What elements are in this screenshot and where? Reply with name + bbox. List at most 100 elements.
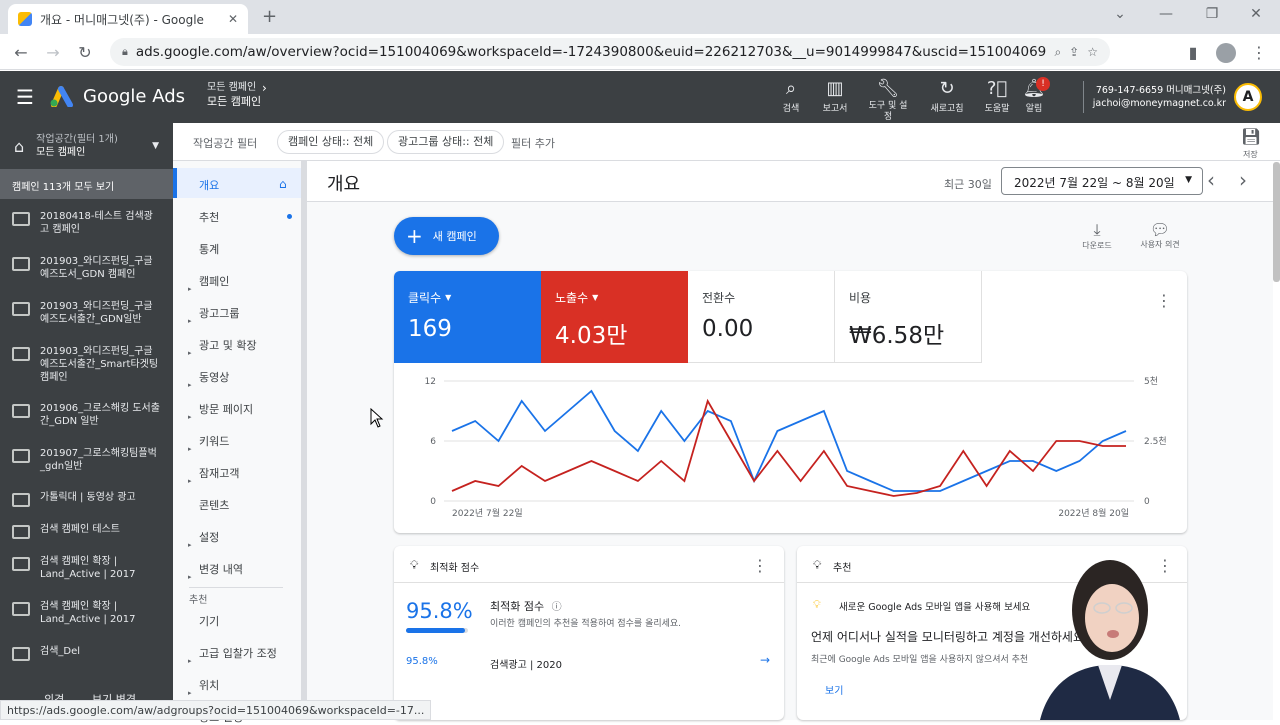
account-avatar[interactable]: A [1234,83,1262,111]
chevron-right-icon: › [262,81,267,95]
video-campaign-icon [12,493,30,507]
browser-tab[interactable]: 개요 - 머니매그넷(주) - Google ✕ [8,4,248,34]
expand-arrows: ▸ ▸ ▸ ▸ ▸ ▸ ▸ ▸ ▸ [188,285,192,581]
tool-reports[interactable]: ▥ 보고서 [813,77,857,114]
campaign-item[interactable]: 검색_Del [0,645,173,661]
minimize-icon[interactable]: — [1156,6,1176,26]
nav-change-history[interactable]: 변경 내역 [173,561,301,577]
help-icon[interactable]: ⓘ [552,602,562,613]
campaign-item[interactable]: 가톨릭대 | 동영상 광고 [0,491,173,507]
campaign-item[interactable]: 201903_와디즈펀딩_구글예즈도서_GDN 캠페인 [0,255,173,281]
campaign-item[interactable]: 검색 캠페인 테스트 [0,523,173,539]
share-icon[interactable]: ⇪ [1069,45,1079,59]
score-bar-track [406,628,468,633]
dropdown-arrow-icon: ▼ [152,141,159,151]
campaign-item[interactable]: 201906_그로스해킹 도서출간_GDN 일반 [0,402,173,428]
wrench-icon: 🔧︎ [876,78,900,99]
product-name[interactable]: Google Ads [83,86,185,107]
save-icon[interactable]: 💾︎ [1241,127,1261,146]
bookmark-star-icon[interactable]: ☆ [1087,45,1098,59]
optimization-heading: 최적화 점수 ⓘ [490,600,562,613]
window-close-icon[interactable]: ✕ [1246,6,1266,26]
new-tab-icon[interactable]: + [262,6,277,27]
metric-clicks[interactable]: 클릭수 ▼ 169 [394,271,541,363]
display-campaign-icon [12,257,30,271]
card-more-icon[interactable]: ⋮ [752,556,768,575]
back-icon[interactable]: ← [10,42,32,64]
nav-divider [189,587,283,588]
reload-icon[interactable]: ↻ [74,42,96,64]
omnibox[interactable]: 🔒︎ ads.google.com/aw/overview?ocid=15100… [110,38,1110,66]
restore-icon[interactable]: ❐ [1202,6,1222,26]
adgroup-status-chip[interactable]: 광고그룹 상태:: 전체 [387,130,505,154]
close-tab-icon[interactable]: ✕ [228,12,238,26]
nav-ads-extensions[interactable]: 광고 및 확장 [173,337,301,353]
nav-videos[interactable]: 동영상 [173,369,301,385]
nav-locations[interactable]: 위치 [173,677,301,693]
view-all-campaigns[interactable]: 캠페인 113개 모두 보기 [0,169,173,199]
campaign-item[interactable]: 검색 캠페인 확장 | Land_Active | 2017 [0,600,173,626]
nav-campaigns[interactable]: 캠페인 [173,273,301,289]
nav-adgroups[interactable]: 광고그룹 [173,305,301,321]
workspace-selector[interactable]: ⌂ 작업공간(필터 1개) 모든 캠페인 ▼ [0,123,173,169]
profile-avatar[interactable] [1216,43,1236,63]
header-divider [1083,81,1084,113]
x-tick-label: 2022년 8월 20일 [1058,507,1129,519]
forward-icon[interactable]: → [42,42,64,64]
side-panel-icon[interactable]: ▮ [1182,42,1204,64]
feedback-button[interactable]: 💬︎ 사용자 의견 [1137,220,1183,250]
status-bar-url: https://ads.google.com/aw/adgroups?ocid=… [0,700,432,720]
nav-keywords[interactable]: 키워드 [173,433,301,449]
refresh-icon: ↻ [939,78,955,99]
account-email: jachoi@moneymagnet.co.kr [1092,98,1226,109]
campaign-item[interactable]: 201903_와디즈펀딩_구글예즈도서출간_Smart타겟팅 캠페인 [0,345,173,384]
date-range-picker[interactable]: 2022년 7월 22일 ~ 8월 20일 ▼ [1001,167,1203,195]
breadcrumb[interactable]: 모든 캠페인 모든 캠페인 [207,81,261,109]
recommend-desc: 최근에 Google Ads 모바일 앱을 사용하지 않으셔서 추천 [811,655,1029,665]
row-campaign-label[interactable]: 검색광고 | 2020 [490,656,562,671]
nav-audiences[interactable]: 잠재고객 [173,465,301,481]
card-more-icon[interactable]: ⋮ [1156,291,1172,310]
nav-bid-adjustments[interactable]: 고급 입찰가 조정 [173,645,301,661]
y-right-tick-label: 2.5천 [1144,436,1167,447]
next-period-icon[interactable]: › [1239,168,1247,192]
nav-landing-pages[interactable]: 방문 페이지 [173,401,301,417]
campaign-item[interactable]: 201907_그로스해킹팀플벅_gdn일반 [0,447,173,473]
recommend-card-title: 추천 [833,563,852,574]
account-info[interactable]: 769-147-6659 머니매그넷(주) jachoi@moneymagnet… [1090,84,1226,110]
add-filter-button[interactable]: 필터 추가 [511,135,555,151]
nav-insights[interactable]: 통계 [173,241,301,257]
arrow-right-icon[interactable]: → [760,653,770,667]
new-campaign-button[interactable]: + 새 캠페인 [394,217,499,255]
tool-search[interactable]: ⌕ 검색 [769,77,813,114]
bulb-icon: 💡︎ [410,558,419,572]
hamburger-menu-icon[interactable]: ☰ [16,85,34,109]
metric-cost[interactable]: 비용 ₩6.58만 [835,271,982,363]
date-range-label: 최근 30일 [944,178,992,191]
zoom-icon[interactable]: ⌕ [1054,45,1061,60]
campaign-item[interactable]: 201903_와디즈펀딩_구글예즈도서출간_GDN일반 [0,300,173,326]
nav-settings[interactable]: 설정 [173,529,301,545]
presenter-webcam [1030,550,1190,720]
campaign-item[interactable]: 검색 캠페인 확장 | Land_Active | 2017 [0,555,173,581]
campaign-item[interactable]: 20180418-테스트 검색광고 캠페인 [0,210,173,236]
prev-period-icon[interactable]: ‹ [1207,168,1215,192]
tab-search-icon[interactable]: ⌄ [1110,6,1130,26]
optimization-card-title: 최적화 점수 [430,563,480,574]
nav-content[interactable]: 콘텐츠 [173,497,301,513]
dropdown-arrow-icon: ▼ [592,293,599,302]
nav-recommendations[interactable]: 추천 [173,209,301,225]
tool-tools-settings[interactable]: 🔧︎ 도구 및 설정 [866,77,910,123]
display-campaign-icon [12,404,30,418]
campaign-status-chip[interactable]: 캠페인 상태:: 전체 [277,130,385,154]
main-scrollbar[interactable] [1273,162,1280,282]
nav-devices[interactable]: 기기 [173,613,301,629]
tool-refresh[interactable]: ↻ 새로고침 [925,77,969,114]
download-button[interactable]: ⤓ 다운로드 [1075,220,1119,251]
tool-notifications[interactable]: 🔔︎ 알림 ! [1012,77,1056,114]
browser-menu-icon[interactable]: ⋮ [1248,42,1270,64]
view-link[interactable]: 보기 [825,682,843,697]
metric-conversions[interactable]: 전환수 0.00 [688,271,835,363]
metric-impressions[interactable]: 노출수 ▼ 4.03만 [541,271,688,363]
display-campaign-icon [12,347,30,361]
